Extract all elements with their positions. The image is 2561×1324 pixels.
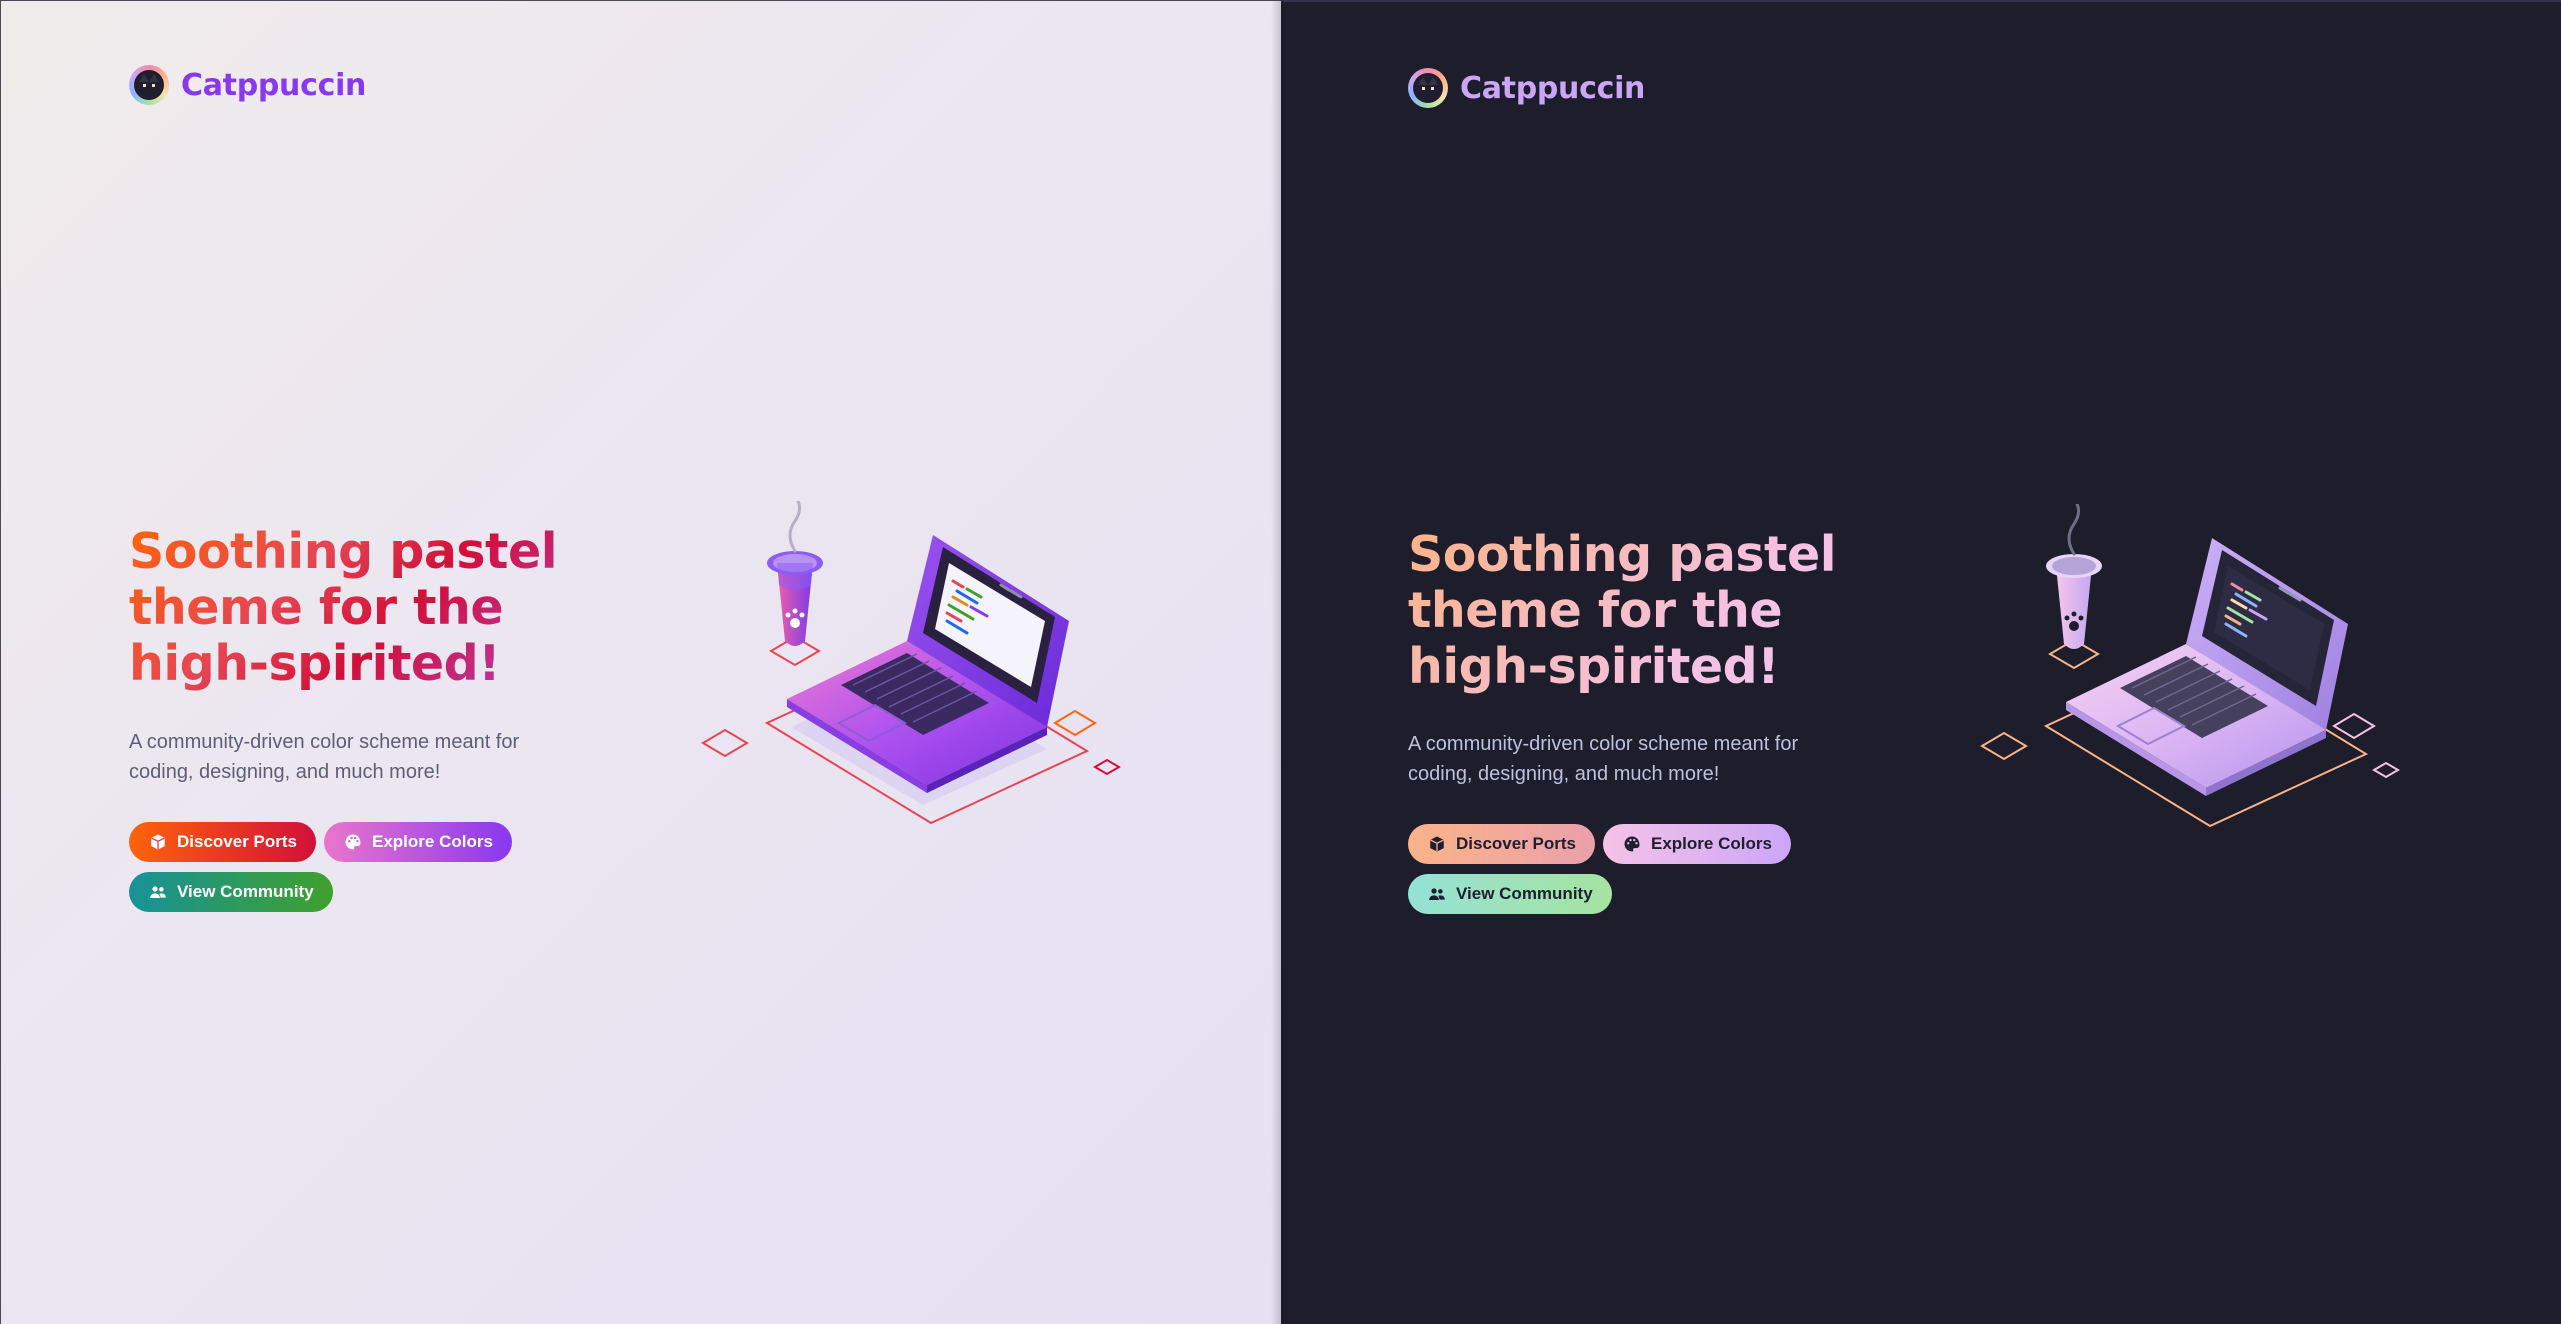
users-icon (150, 886, 166, 898)
headline-line: theme for the (1408, 582, 1783, 639)
hero-description: A community-driven color scheme meant fo… (129, 727, 589, 787)
view-community-label: View Community (177, 882, 314, 901)
brand[interactable]: Catppuccin (129, 65, 366, 105)
headline-line: high-spirited! (129, 635, 501, 692)
discover-ports-label: Discover Ports (1456, 834, 1576, 853)
brand[interactable]: Catppuccin (1408, 68, 1645, 108)
brand-name: Catppuccin (1460, 70, 1646, 106)
package-icon (1430, 836, 1444, 852)
explore-colors-label: Explore Colors (372, 832, 493, 851)
laptop-coffee-illustration (1980, 504, 2400, 828)
users-icon (1429, 888, 1445, 900)
explore-colors-button[interactable]: Explore Colors (324, 822, 512, 862)
discover-ports-label: Discover Ports (177, 832, 297, 851)
discover-ports-button[interactable]: Discover Ports (129, 822, 316, 862)
catppuccin-logo-icon (129, 65, 169, 105)
description-line: coding, designing, and much more! (129, 761, 441, 783)
hero-headline: Soothing pastel theme for the high-spiri… (1408, 527, 1968, 695)
hero-description: A community-driven color scheme meant fo… (1408, 729, 1868, 789)
hero-headline: Soothing pastel theme for the high-spiri… (129, 524, 689, 692)
discover-ports-button[interactable]: Discover Ports (1408, 824, 1595, 864)
laptop-coffee-illustration (701, 501, 1121, 825)
package-icon (151, 834, 165, 850)
light-theme-pane: Catppuccin Soothing pastel theme for the… (0, 0, 1281, 1324)
dark-theme-pane: Catppuccin Soothing pastel theme for the… (1281, 0, 2561, 1324)
brand-name: Catppuccin (181, 67, 367, 103)
description-line: A community-driven color scheme meant fo… (1408, 733, 1799, 755)
palette-icon (345, 834, 361, 850)
description-line: coding, designing, and much more! (1408, 763, 1720, 785)
description-line: A community-driven color scheme meant fo… (129, 731, 520, 753)
view-community-button[interactable]: View Community (1408, 874, 1612, 914)
view-community-button[interactable]: View Community (129, 872, 333, 912)
headline-line: theme for the (129, 579, 504, 636)
explore-colors-button[interactable]: Explore Colors (1603, 824, 1791, 864)
pane-divider (1271, 0, 1283, 1324)
headline-line: Soothing pastel (129, 523, 557, 580)
catppuccin-logo-icon (1408, 68, 1448, 108)
headline-line: high-spirited! (1408, 638, 1780, 695)
view-community-label: View Community (1456, 884, 1593, 903)
palette-icon (1624, 836, 1640, 852)
headline-line: Soothing pastel (1408, 526, 1836, 583)
explore-colors-label: Explore Colors (1651, 834, 1772, 853)
